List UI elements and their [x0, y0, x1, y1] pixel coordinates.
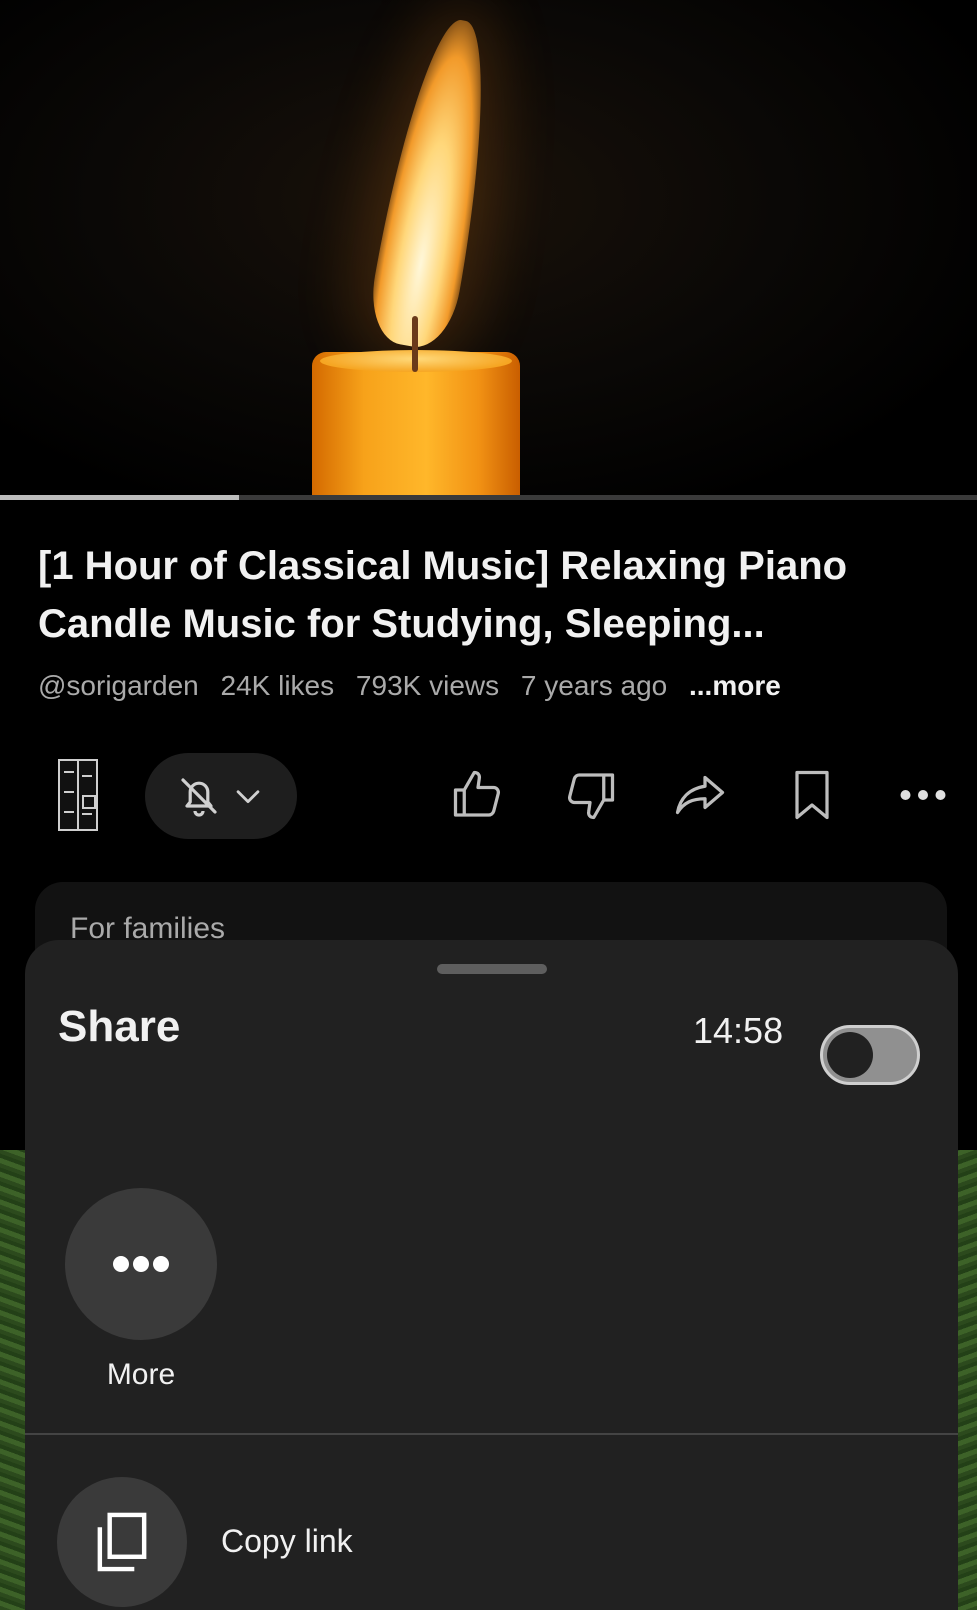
dislike-button[interactable] — [560, 765, 620, 825]
share-arrow-icon — [675, 775, 725, 815]
share-sheet-title: Share — [58, 1002, 181, 1051]
bell-off-icon — [181, 778, 217, 817]
share-button[interactable] — [670, 765, 730, 825]
subscription-bell-button[interactable] — [145, 753, 297, 839]
thumbs-down-icon — [567, 773, 615, 820]
copy-icon — [97, 1512, 147, 1572]
thumbs-up-icon — [453, 770, 501, 817]
video-progress-bar[interactable] — [0, 495, 977, 500]
copy-link-button[interactable] — [57, 1477, 187, 1607]
chevron-down-icon — [236, 790, 260, 804]
view-count: 793K views — [355, 670, 500, 701]
more-share-label[interactable]: More — [65, 1358, 217, 1392]
channel-handle[interactable]: @sorigarden — [38, 670, 199, 701]
more-dots-icon — [113, 1256, 129, 1272]
start-time-value: 14:58 — [693, 1010, 784, 1051]
description-more-link[interactable]: ...more — [689, 670, 781, 701]
toggle-knob — [827, 1032, 873, 1078]
sheet-drag-handle[interactable] — [437, 964, 547, 974]
like-count: 24K likes — [220, 670, 335, 701]
more-horizontal-icon — [900, 790, 946, 800]
video-progress-fill — [0, 495, 240, 500]
upload-age: 7 years ago — [520, 670, 668, 701]
start-at-toggle[interactable] — [820, 1025, 920, 1085]
video-title[interactable]: [1 Hour of Classical Music] Relaxing Pia… — [38, 537, 938, 653]
background-grass-left — [0, 1150, 28, 1610]
channel-avatar-icon[interactable] — [58, 759, 98, 831]
video-action-row — [0, 745, 977, 850]
overflow-menu-button[interactable] — [893, 765, 953, 825]
sheet-divider — [25, 1433, 958, 1435]
video-player[interactable] — [0, 0, 977, 500]
more-share-button[interactable] — [65, 1188, 217, 1340]
share-sheet: Share 14:58 More Copy link — [25, 940, 958, 1610]
bookmark-icon — [795, 770, 829, 820]
save-button[interactable] — [782, 765, 842, 825]
copy-link-label[interactable]: Copy link — [221, 1523, 353, 1560]
candle — [312, 352, 520, 500]
video-meta[interactable]: @sorigarden 24K likes 793K views 7 years… — [38, 670, 795, 702]
like-button[interactable] — [448, 765, 508, 825]
candle-wick — [412, 316, 418, 372]
candle-flame — [364, 13, 506, 353]
background-grass-right — [955, 1150, 977, 1610]
